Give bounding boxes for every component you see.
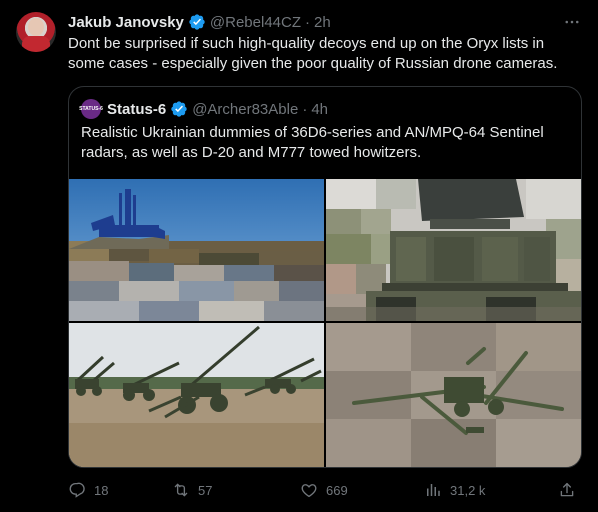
- quote-author-handle: @Archer83Able: [192, 100, 299, 118]
- separator-dot: ·: [305, 13, 311, 31]
- media-image-d20-howitzers[interactable]: [69, 323, 324, 467]
- share-icon: [560, 482, 574, 497]
- like-icon: [301, 484, 317, 498]
- media-image-sentinel-radar[interactable]: [326, 179, 581, 321]
- like-button[interactable]: 669: [300, 478, 348, 502]
- repost-button[interactable]: 57: [172, 478, 212, 502]
- action-bar: 18 57 669 31,2 k: [68, 478, 582, 502]
- author-handle[interactable]: @Rebel44CZ: [210, 14, 301, 31]
- share-button[interactable]: [558, 478, 576, 502]
- media-grid: [69, 179, 581, 467]
- avatar-shirt: [22, 36, 50, 52]
- more-icon[interactable]: [562, 12, 582, 32]
- tweet-text: Dont be surprised if such high-quality d…: [68, 35, 558, 72]
- quote-author-name[interactable]: Status-6: [107, 101, 166, 118]
- views-count: 31,2 k: [450, 482, 486, 498]
- like-count: 669: [326, 482, 348, 498]
- tweet-time[interactable]: 2h: [314, 14, 331, 31]
- quoted-tweet[interactable]: STATUS-6 Status-6 @Archer83Able · 4h Rea…: [68, 86, 582, 468]
- tweet-header: Jakub Janovsky @Rebel44CZ · 2h: [68, 12, 331, 32]
- reply-icon: [69, 482, 85, 498]
- views-icon: [427, 484, 440, 496]
- tweet[interactable]: Jakub Janovsky @Rebel44CZ · 2h Dont be s…: [0, 0, 598, 512]
- views-button[interactable]: 31,2 k: [424, 478, 485, 502]
- repost-count: 57: [198, 482, 213, 498]
- verified-icon: [171, 101, 187, 117]
- repost-icon: [174, 483, 188, 497]
- quote-time: 4h: [311, 100, 328, 118]
- reply-button[interactable]: 18: [68, 478, 108, 502]
- quote-header: STATUS-6 Status-6 @Archer83Able · 4h: [79, 99, 328, 119]
- quote-text: Realistic Ukrainian dummies of 36D6-seri…: [81, 124, 544, 161]
- media-image-m777-howitzer[interactable]: [326, 323, 581, 467]
- separator-dot: ·: [302, 100, 308, 118]
- reply-count: 18: [94, 482, 109, 498]
- quote-author-avatar[interactable]: STATUS-6: [79, 99, 103, 119]
- avatar-face: [28, 18, 44, 36]
- verified-icon: [189, 14, 205, 30]
- media-image-radar-mast[interactable]: [69, 179, 324, 321]
- author-avatar[interactable]: [16, 12, 56, 52]
- author-name[interactable]: Jakub Janovsky: [68, 14, 184, 31]
